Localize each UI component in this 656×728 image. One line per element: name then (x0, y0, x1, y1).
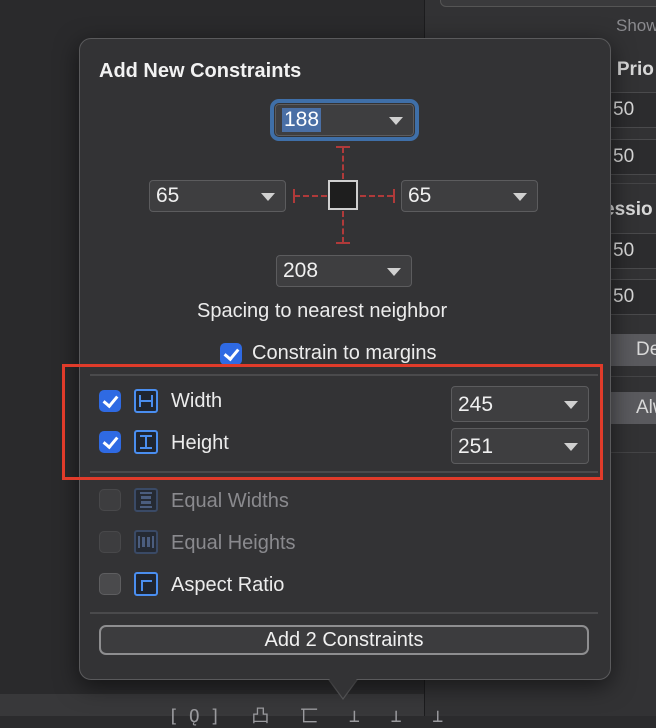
inspector-session-heading: essio (604, 199, 653, 220)
aspect-ratio-checkbox[interactable] (99, 573, 121, 595)
left-strut (294, 195, 327, 197)
popover-title: Add New Constraints (99, 60, 302, 82)
popover-arrow (327, 676, 359, 698)
spacing-bottom-value[interactable]: 208 (283, 259, 318, 283)
inspector-field-4[interactable]: 50 (604, 279, 656, 315)
inspector-top-strip (440, 0, 656, 7)
bottom-strut (342, 211, 344, 243)
spacing-left-value[interactable]: 65 (156, 184, 179, 208)
annotation-highlight-box (62, 364, 603, 480)
right-strut (360, 195, 393, 197)
add-constraints-button[interactable]: Add 2 Constraints (99, 625, 589, 655)
top-strut (342, 147, 344, 179)
spacing-left-dropdown[interactable]: 65 (149, 180, 286, 212)
constrain-to-margins-checkbox[interactable] (220, 343, 242, 365)
spacing-right-value[interactable]: 65 (408, 184, 431, 208)
inspector-field-2[interactable]: 50 (604, 139, 656, 175)
inspector-separator-2 (604, 376, 656, 377)
inspector-show-label: Show (616, 16, 656, 35)
inspector-default-button[interactable]: Defa (604, 334, 656, 366)
spacing-top-dropdown[interactable]: 188 (270, 99, 419, 141)
equal-heights-icon (134, 530, 158, 554)
bottom-strut-cap (336, 242, 350, 244)
aspect-ratio-label[interactable]: Aspect Ratio (171, 574, 284, 597)
spacing-top-value[interactable]: 188 (282, 108, 322, 132)
equal-widths-icon (134, 488, 158, 512)
chevron-down-icon[interactable] (387, 268, 401, 276)
inspector-always-button[interactable]: Alwa (604, 392, 656, 424)
bottom-toolbar-icons[interactable]: [Ǫ] 凸 匸 ⊥ ⊥ ⊥ (168, 702, 453, 728)
right-strut-cap (393, 189, 395, 203)
inspector-separator-1 (604, 183, 656, 184)
equal-heights-checkbox[interactable] (99, 531, 121, 553)
spacing-label: Spacing to nearest neighbor (197, 300, 448, 322)
view-box-icon (328, 180, 358, 210)
aspect-ratio-icon (134, 572, 158, 596)
equal-widths-checkbox[interactable] (99, 489, 121, 511)
chevron-down-icon[interactable] (389, 117, 403, 125)
chevron-down-icon[interactable] (513, 193, 527, 201)
inspector-separator-3 (604, 452, 656, 453)
chevron-down-icon[interactable] (261, 193, 275, 201)
spacing-right-dropdown[interactable]: 65 (401, 180, 538, 212)
spacing-bottom-dropdown[interactable]: 208 (276, 255, 412, 287)
equal-heights-label[interactable]: Equal Heights (171, 532, 296, 555)
constrain-to-margins-label[interactable]: Constrain to margins (252, 342, 437, 365)
equal-widths-label[interactable]: Equal Widths (171, 490, 289, 513)
inspector-field-1[interactable]: 50 (604, 92, 656, 128)
footer-separator (90, 612, 598, 614)
inspector-field-3[interactable]: 50 (604, 233, 656, 269)
